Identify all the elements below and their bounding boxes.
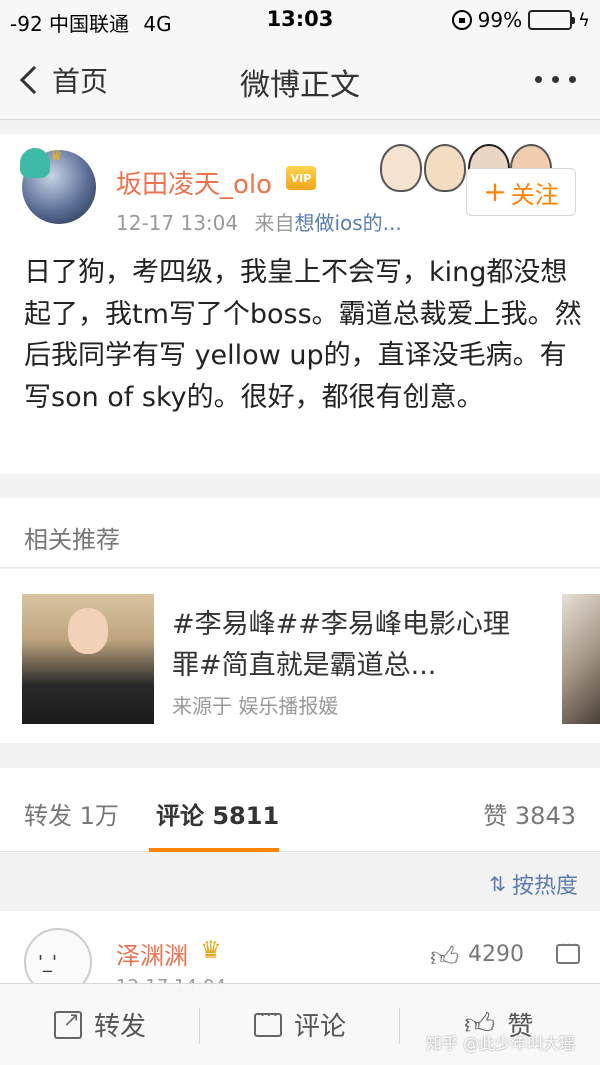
ghost-decoration-icon [20, 148, 50, 178]
vip-badge-icon: VIP [286, 166, 316, 190]
tab-like[interactable]: 赞 3843 [483, 796, 576, 831]
battery-percent: 99% [477, 8, 523, 32]
thumbnail-person [68, 608, 108, 654]
divider [399, 1008, 400, 1044]
comment-like-count: 4290 [468, 942, 524, 967]
sort-label: 按热度 [511, 874, 578, 899]
comment-username[interactable]: 泽渊渊 [116, 936, 188, 971]
related-header: 相关推荐 [0, 498, 600, 568]
follow-label: 关注 [510, 180, 559, 209]
anime-face-icon [424, 144, 466, 192]
crown-decoration-icon: ♛ [50, 148, 63, 164]
nav-bar: 首页 微博正文 [0, 40, 600, 120]
share-icon [54, 1007, 82, 1039]
sort-icon: ⇅ [489, 872, 506, 896]
thumbs-up-icon[interactable]: 👍︎ [430, 940, 459, 974]
post-text: 日了狗，考四级，我皇上不会写，king都没想起了，我tm写了个boss。霸道总裁… [24, 257, 582, 413]
post-timestamp: 12-17 13:04 [116, 211, 239, 235]
related-section-title: 相关推荐 [24, 526, 120, 554]
comment-label: 评论 [294, 1012, 347, 1042]
comment-icon [254, 1011, 282, 1037]
rotation-lock-icon [451, 10, 472, 30]
related-source: 来源于 娱乐播报媛 [172, 694, 339, 718]
source-link[interactable]: 想做ios的... [294, 211, 401, 235]
tab-repost[interactable]: 转发 1万 [24, 796, 119, 831]
repost-label: 转发 [94, 1012, 147, 1042]
sort-button[interactable]: ⇅ 按热度 [489, 868, 578, 900]
watermark: 知乎 @此少年叫大瑶 [426, 1034, 576, 1053]
battery-icon [528, 10, 576, 30]
follow-button[interactable]: + 关注 [466, 168, 576, 216]
anime-face-icon [380, 144, 422, 192]
comment-button[interactable]: 评论 [254, 1006, 346, 1043]
sort-bar: ⇅ 按热度 [0, 853, 600, 911]
meh-face-icon: '_' [38, 952, 57, 973]
repost-button[interactable]: 转发 [54, 1006, 146, 1043]
reply-icon[interactable] [556, 941, 580, 964]
status-right: 99% ϟ [451, 8, 590, 32]
tabs-bar: 转发 1万 评论 5811 赞 3843 [0, 768, 600, 852]
plus-icon: + [483, 175, 507, 208]
more-dots-icon[interactable] [535, 76, 576, 83]
related-thumbnail-next[interactable] [562, 594, 600, 724]
page-title: 微博正文 [240, 68, 360, 103]
related-post-title[interactable]: #李易峰##李易峰电影心理罪#简直就是霸道总... [172, 604, 512, 686]
tab-comment[interactable]: 评论 5811 [156, 796, 279, 831]
post-meta: 12-17 13:04 来自想做ios的... [116, 207, 402, 236]
divider [199, 1008, 200, 1044]
post-username[interactable]: 坂田凌天_olo [116, 164, 272, 201]
crown-icon: ♛ [200, 936, 222, 964]
charging-icon: ϟ [578, 9, 590, 31]
status-bar: -92 中国联通 4G 13:03 99% ϟ [0, 0, 600, 40]
source-prefix: 来自 [254, 211, 295, 235]
active-tab-indicator [149, 848, 279, 852]
